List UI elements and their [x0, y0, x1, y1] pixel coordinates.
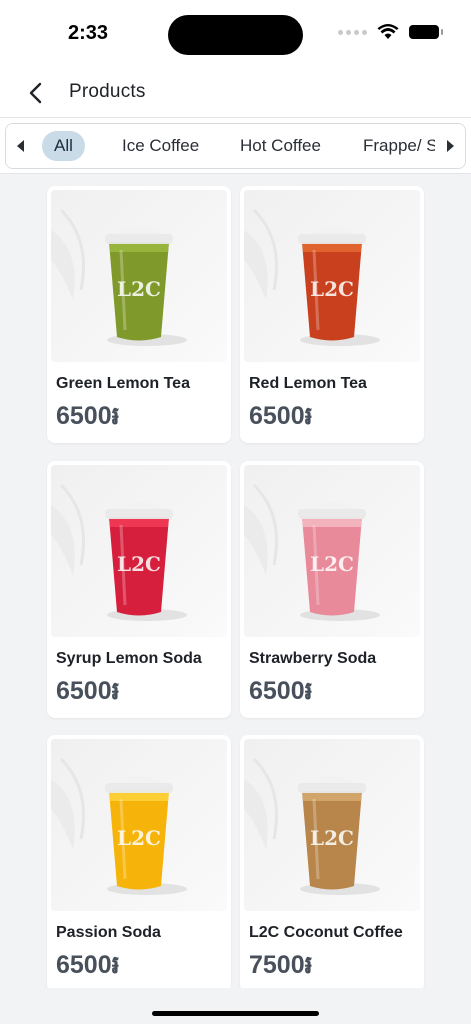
- cup-logo: L2C: [310, 826, 354, 850]
- product-card[interactable]: L2C Strawberry Soda 6500៛: [240, 461, 424, 718]
- product-card[interactable]: L2C Red Lemon Tea 6500៛: [240, 186, 424, 443]
- category-section: All Ice Coffee Hot Coffee Frappe/ S: [0, 118, 471, 174]
- status-icons: [338, 24, 443, 40]
- product-price: 6500៛: [56, 951, 120, 979]
- product-card[interactable]: L2C Syrup Lemon Soda 6500៛: [47, 461, 231, 718]
- nav-header: Products: [0, 68, 471, 118]
- bottom-bar: [0, 988, 471, 1024]
- back-button[interactable]: [20, 78, 50, 108]
- cup-logo: L2C: [117, 552, 161, 576]
- product-name: Green Lemon Tea: [56, 375, 190, 392]
- home-indicator[interactable]: [152, 1011, 319, 1016]
- tab-all[interactable]: All: [42, 131, 85, 161]
- red-lemon-tea-image: L2C: [244, 190, 420, 362]
- product-name: L2C Coconut Coffee: [249, 924, 403, 941]
- product-price: 7500៛: [249, 951, 313, 979]
- coconut-coffee-image: L2C: [244, 739, 420, 911]
- product-card[interactable]: L2C Passion Soda 6500៛: [47, 735, 231, 992]
- status-time: 2:33: [68, 22, 109, 44]
- dynamic-island: [168, 15, 303, 55]
- product-name: Syrup Lemon Soda: [56, 650, 202, 667]
- passion-soda-image: L2C: [51, 739, 227, 911]
- category-scroll-left-button[interactable]: [6, 124, 36, 168]
- green-lemon-tea-image: L2C: [51, 190, 227, 362]
- product-name: Passion Soda: [56, 924, 161, 941]
- battery-icon: [409, 25, 443, 39]
- category-bar: All Ice Coffee Hot Coffee Frappe/ S: [5, 123, 466, 169]
- cup-logo: L2C: [310, 552, 354, 576]
- cup-logo: L2C: [117, 826, 161, 850]
- tab-hot-coffee[interactable]: Hot Coffee: [228, 131, 333, 161]
- category-track: All Ice Coffee Hot Coffee Frappe/ S: [36, 124, 435, 168]
- product-name: Red Lemon Tea: [249, 375, 367, 392]
- cup-logo: L2C: [310, 277, 354, 301]
- product-price: 6500៛: [56, 402, 120, 430]
- tab-ice-coffee[interactable]: Ice Coffee: [110, 131, 211, 161]
- caret-right-icon: [447, 140, 454, 152]
- product-price: 6500៛: [56, 677, 120, 705]
- tab-frappe[interactable]: Frappe/ S: [351, 131, 435, 161]
- page-title: Products: [69, 81, 146, 102]
- category-scroll-right-button[interactable]: [435, 124, 465, 168]
- cup-logo: L2C: [117, 277, 161, 301]
- strawberry-soda-image: L2C: [244, 465, 420, 637]
- caret-left-icon: [17, 140, 24, 152]
- signal-icon: [338, 29, 367, 35]
- product-card[interactable]: L2C Green Lemon Tea 6500៛: [47, 186, 231, 443]
- chevron-left-icon: [29, 82, 42, 104]
- product-price: 6500៛: [249, 402, 313, 430]
- syrup-lemon-soda-image: L2C: [51, 465, 227, 637]
- product-name: Strawberry Soda: [249, 650, 377, 667]
- wifi-icon: [377, 24, 399, 39]
- product-price: 6500៛: [249, 677, 313, 705]
- product-card[interactable]: L2C L2C Coconut Coffee 7500៛: [240, 735, 424, 992]
- status-bar: 2:33: [0, 0, 471, 68]
